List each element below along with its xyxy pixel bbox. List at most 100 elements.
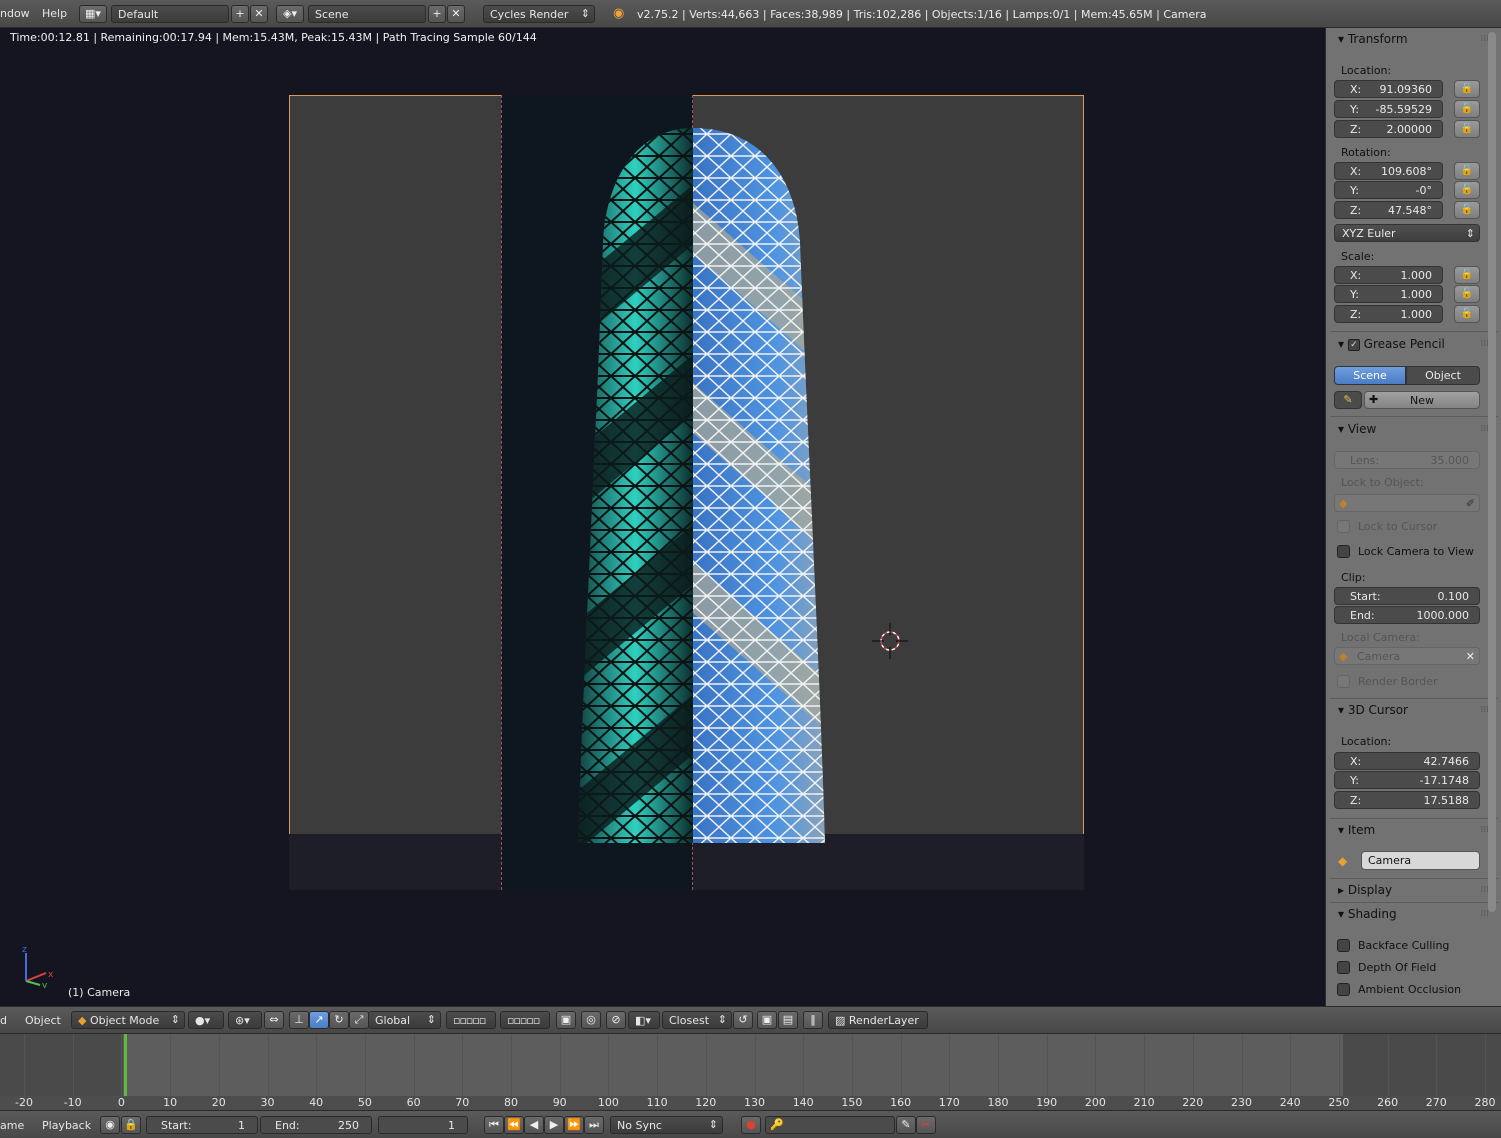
clip-end-field[interactable]: End: 1000.000 — [1334, 606, 1480, 624]
menu-playback[interactable]: Playback — [42, 1119, 91, 1132]
add-layout-icon[interactable]: + — [231, 5, 249, 23]
lock-icon[interactable]: 🔓 — [1454, 305, 1480, 323]
rotation-mode-dropdown[interactable]: XYZ Euler ⇕ — [1334, 224, 1480, 242]
render-border-checkbox[interactable] — [1337, 675, 1350, 688]
new-gpencil-button[interactable]: ✚ New — [1364, 391, 1480, 409]
autokey-icon[interactable]: ◉ — [100, 1116, 120, 1134]
keying-set-field[interactable]: 🔑 — [765, 1116, 895, 1134]
render-still-icon[interactable]: ▣ — [757, 1011, 777, 1029]
lock-icon[interactable]: 🔓 — [1454, 285, 1480, 303]
clear-icon[interactable]: ✕ — [1466, 650, 1475, 663]
lock-icon[interactable]: 🔓 — [1454, 181, 1480, 199]
rotation-z-field[interactable]: Z: 47.548° — [1334, 201, 1443, 219]
menu-object[interactable]: Object — [25, 1014, 61, 1027]
lock-layers-icon[interactable]: ▣ — [556, 1011, 576, 1029]
shading-panel-header[interactable]: ▾ Shading — [1338, 907, 1397, 921]
play-icon[interactable]: ▶ — [544, 1116, 564, 1134]
local-camera-field[interactable]: ◆ Camera ✕ — [1334, 647, 1480, 665]
grip-icon[interactable]: ⁞⁞⁞ — [1480, 909, 1489, 919]
current-frame-field[interactable]: 1 — [378, 1116, 468, 1134]
cursor-x-field[interactable]: X: 42.7466 — [1334, 752, 1480, 770]
proportional-edit-icon[interactable]: ◎ — [581, 1011, 601, 1029]
layer-buttons-b[interactable]: ▫▫▫▫▫ — [500, 1011, 550, 1029]
snap-element-dropdown[interactable]: ◧▾ — [628, 1011, 660, 1029]
ao-checkbox[interactable] — [1337, 983, 1350, 996]
insert-keyframe-icon[interactable]: ✎ — [896, 1116, 916, 1134]
record-icon[interactable]: ● — [741, 1116, 761, 1134]
panel-scrollbar[interactable] — [1488, 32, 1496, 912]
scale-x-field[interactable]: X: 1.000 — [1334, 266, 1443, 284]
delete-keyframe-icon[interactable]: ✂ — [916, 1116, 936, 1134]
lock-range-icon[interactable]: 🔒 — [121, 1116, 141, 1134]
lock-icon[interactable]: 🔓 — [1454, 201, 1480, 219]
render-engine-dropdown[interactable]: Cycles Render ⇕ — [483, 5, 595, 23]
menu-view[interactable]: d — [0, 1014, 7, 1027]
lock-cursor-checkbox[interactable] — [1337, 520, 1350, 533]
pencil-icon[interactable]: ✎ — [1334, 391, 1362, 409]
timeline[interactable]: -20 -10 0 10 20 30 40 50 60 70 80 90 100 110 120 130 140… — [0, 1034, 1501, 1110]
end-frame-field[interactable]: End: 250 — [260, 1116, 372, 1134]
grease-pencil-panel-header[interactable]: ▾ ✓ Grease Pencil — [1338, 337, 1445, 351]
next-keyframe-icon[interactable]: ⏩ — [564, 1116, 584, 1134]
sync-dropdown[interactable]: No Sync ⇕ — [610, 1116, 723, 1134]
lock-icon[interactable]: 🔓 — [1454, 120, 1480, 138]
rotate-icon[interactable]: ↻ — [329, 1011, 349, 1029]
scene-icon[interactable]: ◈▾ — [276, 5, 304, 23]
manipulator-toggle-icon[interactable]: ⇔ — [264, 1011, 284, 1029]
screen-layout-dropdown[interactable]: Default — [111, 5, 229, 23]
menu-frame[interactable]: ame — [0, 1119, 24, 1132]
eyedropper-icon[interactable]: ✐ — [1466, 497, 1475, 510]
mode-dropdown[interactable]: ◆ Object Mode ⇕ — [71, 1011, 185, 1029]
snap-toggle-icon[interactable]: ⊘ — [606, 1011, 626, 1029]
rotation-x-field[interactable]: X: 109.608° — [1334, 162, 1443, 180]
clip-start-field[interactable]: Start: 0.100 — [1334, 587, 1480, 605]
3d-viewport[interactable]: x y z Time:00:12.81 | Remaining:00:17.94… — [0, 28, 1325, 1006]
scale-icon[interactable]: ⤢ — [349, 1011, 369, 1029]
item-name-input[interactable]: Camera — [1361, 851, 1480, 870]
current-frame-marker[interactable] — [124, 1034, 127, 1096]
item-panel-header[interactable]: ▾ Item — [1338, 823, 1375, 837]
start-frame-field[interactable]: Start: 1 — [146, 1116, 258, 1134]
snap-rotation-icon[interactable]: ↺ — [733, 1011, 753, 1029]
tab-object[interactable]: Object — [1406, 366, 1480, 385]
dof-checkbox[interactable] — [1337, 961, 1350, 974]
lock-icon[interactable]: 🔓 — [1454, 266, 1480, 284]
render-layer-dropdown[interactable]: ▨ RenderLayer — [828, 1011, 928, 1029]
translate-icon[interactable]: ↗ — [309, 1011, 329, 1029]
shading-mode-dropdown[interactable]: ●▾ — [188, 1011, 224, 1029]
transform-panel-header[interactable]: ▾ Transform — [1338, 32, 1408, 46]
location-x-field[interactable]: X: 91.09360 — [1334, 80, 1443, 98]
rotation-y-field[interactable]: Y: -0° — [1334, 181, 1443, 199]
lens-field[interactable]: Lens: 35.000 — [1334, 451, 1480, 469]
lock-icon[interactable]: 🔓 — [1454, 100, 1480, 118]
play-reverse-icon[interactable]: ◀ — [524, 1116, 544, 1134]
menu-window[interactable]: ndow — [0, 7, 30, 20]
3d-cursor-icon[interactable] — [872, 623, 908, 659]
pause-icon[interactable]: ‖ — [803, 1011, 823, 1029]
jump-end-icon[interactable]: ⏭ — [584, 1116, 604, 1134]
display-panel-header[interactable]: ▸ Display — [1338, 883, 1392, 897]
pivot-dropdown[interactable]: ⊛▾ — [228, 1011, 262, 1029]
lock-icon[interactable]: 🔓 — [1454, 80, 1480, 98]
orientation-dropdown[interactable]: Global ⇕ — [368, 1011, 441, 1029]
render-anim-icon[interactable]: ▤ — [778, 1011, 798, 1029]
location-y-field[interactable]: Y: -85.59529 — [1334, 100, 1443, 118]
remove-scene-icon[interactable]: ✕ — [447, 5, 465, 23]
cursor-z-field[interactable]: Z: 17.5188 — [1334, 791, 1480, 809]
add-scene-icon[interactable]: + — [428, 5, 446, 23]
tab-scene[interactable]: Scene — [1334, 366, 1406, 385]
cursor-y-field[interactable]: Y: -17.1748 — [1334, 771, 1480, 789]
axis-gizmo-icon[interactable]: ⊥ — [289, 1011, 309, 1029]
snap-target-dropdown[interactable]: Closest ⇕ — [662, 1011, 732, 1029]
checkbox-checked-icon[interactable]: ✓ — [1347, 338, 1360, 351]
lock-icon[interactable]: 🔓 — [1454, 162, 1480, 180]
view-panel-header[interactable]: ▾ View — [1338, 422, 1376, 436]
prev-keyframe-icon[interactable]: ⏪ — [504, 1116, 524, 1134]
cursor-panel-header[interactable]: ▾ 3D Cursor — [1338, 703, 1408, 717]
scale-y-field[interactable]: Y: 1.000 — [1334, 285, 1443, 303]
remove-layout-icon[interactable]: ✕ — [250, 5, 268, 23]
jump-start-icon[interactable]: ⏮ — [484, 1116, 504, 1134]
backface-checkbox[interactable] — [1337, 939, 1350, 952]
screen-layout-icon[interactable]: ▦▾ — [79, 5, 107, 23]
lock-object-field[interactable]: ◆ ✐ — [1334, 494, 1480, 512]
